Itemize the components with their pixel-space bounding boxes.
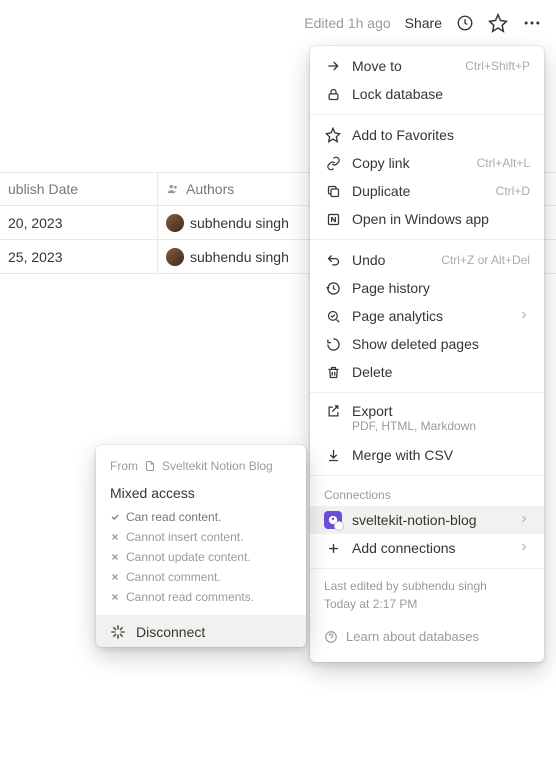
star-icon — [324, 127, 342, 143]
access-insert-content: Cannot insert content. — [96, 527, 306, 547]
link-icon — [324, 156, 342, 171]
topbar: Edited 1h ago Share — [0, 0, 556, 46]
access-read-comments: Cannot read comments. — [96, 587, 306, 607]
lock-icon — [324, 87, 342, 102]
arrow-right-icon — [324, 58, 342, 74]
connections-section-title: Connections — [310, 482, 544, 506]
restore-icon — [324, 337, 342, 352]
menu-undo[interactable]: Undo Ctrl+Z or Alt+Del — [310, 246, 544, 274]
x-icon — [110, 532, 120, 542]
disconnect-icon — [110, 624, 126, 640]
x-icon — [110, 592, 120, 602]
menu-move-to[interactable]: Move to Ctrl+Shift+P — [310, 52, 544, 80]
chevron-right-icon — [518, 308, 530, 324]
analytics-icon — [324, 309, 342, 324]
menu-page-analytics[interactable]: Page analytics — [310, 302, 544, 330]
divider — [310, 239, 544, 240]
page-icon — [144, 460, 156, 472]
chevron-right-icon — [518, 540, 530, 556]
column-header-authors[interactable]: Authors — [158, 173, 318, 205]
menu-export[interactable]: Export — [310, 399, 544, 423]
menu-open-windows-app[interactable]: Open in Windows app — [310, 205, 544, 233]
menu-copy-link[interactable]: Copy link Ctrl+Alt+L — [310, 149, 544, 177]
check-icon — [110, 512, 120, 522]
chevron-right-icon — [518, 512, 530, 528]
avatar — [166, 248, 184, 266]
divider — [310, 475, 544, 476]
column-header-publish-date[interactable]: ublish Date — [0, 173, 158, 205]
menu-show-deleted[interactable]: Show deleted pages — [310, 330, 544, 358]
avatar — [166, 214, 184, 232]
help-icon — [324, 630, 338, 644]
duplicate-icon — [324, 184, 342, 199]
page-actions-menu: Move to Ctrl+Shift+P Lock database Add t… — [310, 46, 544, 662]
edited-timestamp: Edited 1h ago — [304, 15, 390, 31]
x-icon — [110, 552, 120, 562]
download-icon — [324, 448, 342, 463]
connection-submenu: From Sveltekit Notion Blog Mixed access … — [96, 445, 306, 647]
learn-about-databases[interactable]: Learn about databases — [310, 617, 544, 656]
disconnect-button[interactable]: Disconnect — [96, 615, 306, 647]
history-icon — [324, 281, 342, 296]
cell-date: 25, 2023 — [0, 240, 158, 273]
submenu-title: Mixed access — [96, 481, 306, 507]
menu-add-connections[interactable]: Add connections — [310, 534, 544, 562]
menu-page-history[interactable]: Page history — [310, 274, 544, 302]
notion-icon — [324, 212, 342, 227]
last-edited-info: Last edited by subhendu singh Today at 2… — [310, 568, 544, 617]
menu-merge-csv[interactable]: Merge with CSV — [310, 441, 544, 469]
menu-duplicate[interactable]: Duplicate Ctrl+D — [310, 177, 544, 205]
connection-app-icon — [324, 511, 342, 529]
cell-date: 20, 2023 — [0, 206, 158, 239]
access-read-content: Can read content. — [96, 507, 306, 527]
x-icon — [110, 572, 120, 582]
menu-connection-sveltekit[interactable]: sveltekit-notion-blog — [310, 506, 544, 534]
clock-icon[interactable] — [456, 14, 474, 32]
people-icon — [166, 182, 180, 196]
menu-lock-database[interactable]: Lock database — [310, 80, 544, 108]
divider — [310, 392, 544, 393]
access-update-content: Cannot update content. — [96, 547, 306, 567]
export-icon — [324, 404, 342, 419]
cell-author: subhendu singh — [158, 240, 318, 273]
menu-add-favorites[interactable]: Add to Favorites — [310, 121, 544, 149]
cell-author: subhendu singh — [158, 206, 318, 239]
star-icon[interactable] — [488, 13, 508, 33]
undo-icon — [324, 253, 342, 268]
more-icon[interactable] — [522, 13, 542, 33]
share-button[interactable]: Share — [405, 15, 442, 31]
trash-icon — [324, 365, 342, 380]
divider — [310, 114, 544, 115]
access-comment: Cannot comment. — [96, 567, 306, 587]
menu-delete[interactable]: Delete — [310, 358, 544, 386]
plus-icon — [324, 541, 342, 556]
submenu-from: From Sveltekit Notion Blog — [96, 455, 306, 481]
